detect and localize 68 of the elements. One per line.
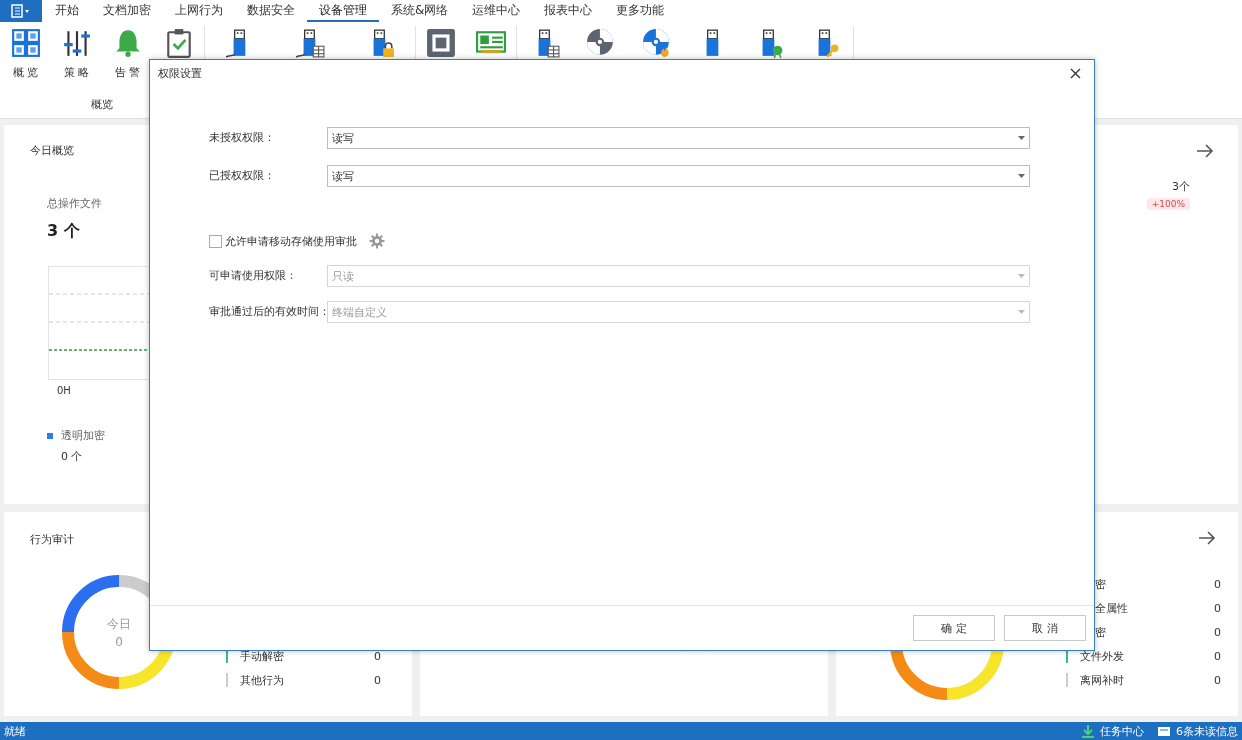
legend-label: 密 [1095, 576, 1107, 592]
checkbox[interactable] [209, 234, 222, 248]
count-value: 3个 [1172, 179, 1190, 194]
ribbon-group-label: 概览 [90, 97, 114, 113]
change-badge: +100% [1146, 198, 1190, 210]
disc-icon[interactable] [586, 28, 616, 58]
tool-label[interactable]: 策 略 [63, 65, 90, 80]
messages-link[interactable]: 6条未读信息 [1176, 723, 1238, 739]
menu-tab[interactable]: 文档加密 [91, 0, 163, 22]
menu-tab[interactable]: 运维中心 [460, 0, 533, 22]
legend-value: 0 个 [61, 449, 84, 464]
download-icon[interactable] [1081, 724, 1095, 738]
task-center-link[interactable]: 任务中心 [1100, 723, 1144, 739]
axis-label: 0H [57, 385, 71, 396]
settings-icon[interactable] [369, 233, 385, 249]
status-text: 就绪 [4, 723, 26, 739]
tool-label[interactable]: 告 警 [114, 65, 141, 80]
field-label: 已授权权限： [209, 169, 276, 183]
menu-tab[interactable]: 上网行为 [163, 0, 235, 22]
confirm-button[interactable]: 确 定 [913, 615, 995, 641]
card-title: 行为审计 [30, 532, 75, 547]
field-label: 可申请使用权限： [209, 269, 298, 283]
card-title: 今日概览 [30, 143, 74, 158]
field-label: 未授权权限： [209, 131, 276, 145]
legend-label: 全属性 [1095, 600, 1129, 616]
menu-icon[interactable] [10, 4, 32, 18]
arrow-right-icon[interactable] [1198, 530, 1216, 546]
legend-value: 0 [374, 673, 382, 687]
menu-tab[interactable]: 系统&网络 [379, 0, 461, 22]
arrow-right-icon[interactable] [1196, 143, 1214, 159]
total-label: 总操作文件 [47, 196, 102, 211]
checkbox-label[interactable]: 允许申请移动存储使用审批 [225, 233, 357, 249]
menu-tab[interactable]: 设备管理 [307, 0, 379, 22]
cpu-icon[interactable] [426, 28, 456, 58]
dropdown-field[interactable]: 读写 [327, 127, 1030, 149]
app-menu-button[interactable] [0, 0, 42, 22]
legend-label: 透明加密 [61, 428, 105, 443]
disc-flame-icon[interactable] [642, 28, 672, 58]
menu-tab[interactable]: 开始 [43, 0, 91, 22]
legend-value: 0 [1214, 649, 1222, 663]
dialog-title: 权限设置 [158, 65, 202, 81]
donut-center-text: 0 [115, 634, 123, 649]
legend-label: 密 [1095, 624, 1107, 640]
donut-center-text: 今日 [107, 615, 131, 633]
cancel-button[interactable]: 取 消 [1004, 615, 1086, 641]
caret-icon[interactable] [1018, 136, 1025, 140]
field-label: 审批通过后的有效时间： [209, 305, 327, 319]
legend-value: 0 [374, 649, 382, 663]
menu-tab[interactable]: 报表中心 [532, 0, 605, 22]
tool-label[interactable]: 概 览 [12, 65, 39, 80]
sliders-icon[interactable] [61, 28, 92, 58]
menu-tab[interactable]: 数据安全 [235, 0, 307, 22]
usb-cable-table-icon[interactable] [295, 28, 325, 58]
legend-value: 0 [1214, 601, 1222, 615]
total-value: 3 个 [47, 221, 80, 242]
legend-label: 其他行为 [240, 672, 285, 688]
caret-icon[interactable] [1018, 174, 1025, 178]
legend-value: 0 [1214, 577, 1222, 591]
legend-value: 0 [1214, 625, 1222, 639]
legend-label: 文件外发 [1080, 648, 1125, 664]
legend-label: 离网补时 [1080, 672, 1125, 688]
menu-tab[interactable]: 更多功能 [604, 0, 677, 22]
message-icon[interactable] [1157, 725, 1171, 737]
dropdown-field[interactable]: 读写 [327, 165, 1030, 187]
grid-icon[interactable] [10, 28, 41, 58]
legend-label: 手动解密 [240, 648, 285, 664]
legend-value: 0 [1214, 673, 1222, 687]
close-icon[interactable] [1070, 67, 1081, 79]
